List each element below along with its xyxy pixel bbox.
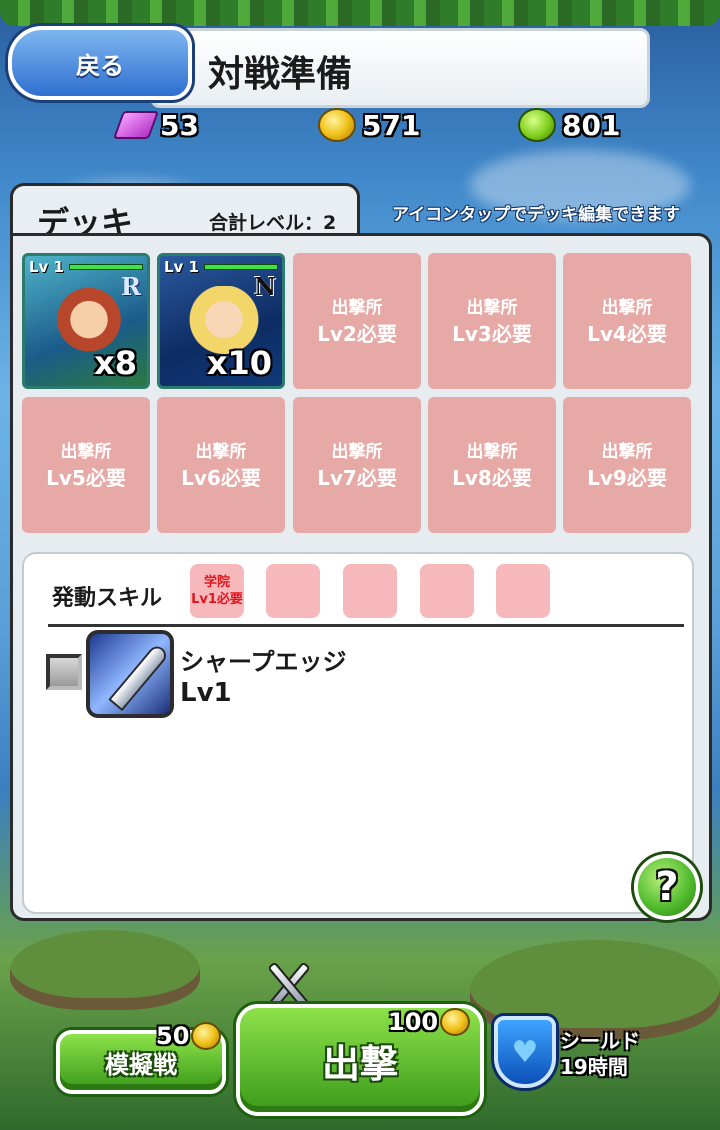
unit-count: x10: [206, 344, 272, 382]
locked-slot-building: 出撃所: [466, 298, 518, 318]
deck-slot-locked[interactable]: 出撃所 Lv6必要: [157, 397, 285, 533]
deck-slot-locked[interactable]: 出撃所 Lv2必要: [293, 253, 421, 389]
gem-counter: 53: [112, 108, 199, 142]
coin-icon: [440, 1008, 471, 1036]
gem-icon: [112, 111, 160, 139]
coin-icon: [318, 108, 356, 142]
locked-slot-building: 出撃所: [331, 442, 383, 462]
locked-slot-requirement: Lv5必要: [46, 466, 126, 490]
deck-slot-locked[interactable]: 出撃所 Lv7必要: [293, 397, 421, 533]
shield-label: シールド 19時間: [560, 1028, 640, 1080]
deck-slot-locked[interactable]: 出撃所 Lv9必要: [563, 397, 691, 533]
unit-level: Lv 1: [164, 258, 199, 276]
gem-value: 53: [160, 108, 199, 142]
leaf-icon: [518, 108, 556, 142]
mock-battle-cost-value: 50: [156, 1022, 190, 1050]
back-button[interactable]: 戻る: [8, 26, 192, 100]
skill-slot-requirement: Lv1必要: [191, 592, 243, 607]
total-level: 合計レベル：2: [209, 212, 337, 234]
leaf-value: 801: [562, 108, 621, 142]
skill-slot-empty[interactable]: [266, 564, 320, 618]
divider: [48, 624, 684, 627]
unit-level: Lv 1: [29, 258, 64, 276]
locked-slot-requirement: Lv9必要: [587, 466, 667, 490]
deck-slot-locked[interactable]: 出撃所 Lv5必要: [22, 397, 150, 533]
question-icon: ?: [655, 864, 679, 910]
blade-icon: [111, 645, 167, 709]
leaf-counter: 801: [518, 108, 620, 142]
locked-slot-building: 出撃所: [60, 442, 112, 462]
locked-slot-requirement: Lv4必要: [587, 322, 667, 346]
coin-icon: [191, 1022, 222, 1050]
skill-slot-empty[interactable]: [496, 564, 550, 618]
coin-counter: 571: [318, 108, 420, 142]
deck-slot-unit[interactable]: Lv 1 R x8: [22, 253, 150, 389]
deck-slot-unit[interactable]: Lv 1 N x10: [157, 253, 285, 389]
locked-slot-requirement: Lv7必要: [317, 466, 397, 490]
deck-slot-locked[interactable]: 出撃所 Lv4必要: [563, 253, 691, 389]
title-bar: 対戦準備: [150, 28, 650, 108]
locked-slot-requirement: Lv2必要: [317, 322, 397, 346]
unit-count: x8: [94, 344, 137, 382]
deck-slot-locked[interactable]: 出撃所 Lv8必要: [428, 397, 556, 533]
locked-slot-building: 出撃所: [466, 442, 518, 462]
skill-slot-empty[interactable]: [420, 564, 474, 618]
skill-slot-locked[interactable]: 学院 Lv1必要: [190, 564, 244, 618]
floating-island: [10, 930, 200, 1010]
sortie-label: 出撃: [321, 1041, 398, 1086]
sword-skill-icon[interactable]: [86, 630, 174, 718]
unit-rank: R: [121, 272, 141, 301]
sortie-cost-value: 100: [388, 1008, 439, 1036]
deck-slot-locked[interactable]: 出撃所 Lv3必要: [428, 253, 556, 389]
shield-status: ♥: [494, 1016, 556, 1088]
skill-level: Lv1: [180, 678, 232, 708]
skill-slot-building: 学院: [203, 575, 230, 590]
skill-panel: 発動スキル 学院 Lv1必要 シャープエッジ Lv1 ?: [22, 552, 700, 920]
coin-value: 571: [362, 108, 421, 142]
locked-slot-building: 出撃所: [195, 442, 247, 462]
locked-slot-requirement: Lv3必要: [452, 322, 532, 346]
shield-title: シールド: [560, 1029, 640, 1053]
page-title: 対戦準備: [208, 54, 353, 95]
skill-slot-empty[interactable]: [343, 564, 397, 618]
unit-rank: N: [254, 272, 276, 301]
help-button[interactable]: ?: [634, 854, 700, 920]
unit-level-bar: [204, 264, 278, 270]
sortie-cost: 100: [388, 1008, 471, 1036]
locked-slot-requirement: Lv6必要: [181, 466, 261, 490]
vine-decoration: [0, 0, 720, 26]
unit-level-bar: [69, 264, 143, 270]
shield-icon: ♥: [494, 1016, 556, 1088]
header: 対戦準備 戻る: [0, 0, 720, 112]
skill-checkbox[interactable]: [46, 654, 82, 690]
locked-slot-building: 出撃所: [601, 442, 653, 462]
skill-name: シャープエッジ: [180, 648, 347, 676]
locked-slot-building: 出撃所: [601, 298, 653, 318]
shield-time: 19時間: [560, 1055, 628, 1079]
heart-icon: ♥: [511, 1034, 539, 1070]
skill-section-label: 発動スキル: [52, 586, 163, 611]
locked-slot-building: 出撃所: [331, 298, 383, 318]
mock-battle-cost: 50: [156, 1022, 222, 1050]
back-button-label: 戻る: [76, 51, 124, 80]
locked-slot-requirement: Lv8必要: [452, 466, 532, 490]
